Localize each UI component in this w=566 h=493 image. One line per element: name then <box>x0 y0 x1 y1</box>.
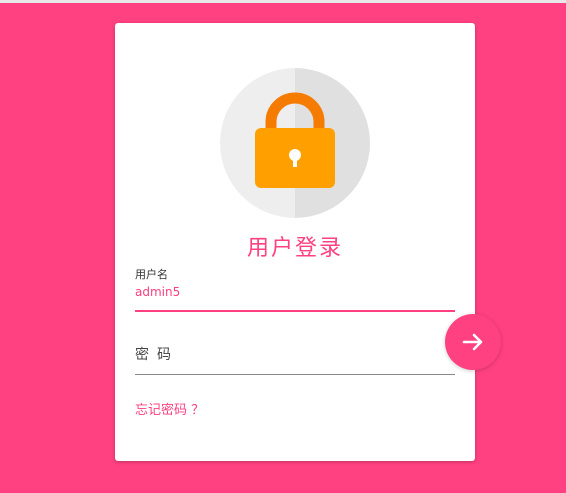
login-title: 用户登录 <box>246 236 343 261</box>
arrow-right-icon <box>462 333 483 351</box>
username-input[interactable]: admin5 <box>135 285 180 299</box>
password-label: 密码 <box>135 347 179 363</box>
forgot-password-link[interactable]: 忘记密码 ？ <box>135 399 204 418</box>
password-field[interactable]: 密码 <box>135 341 455 375</box>
username-label: 用户名 <box>135 268 168 281</box>
login-card: 用户登录 用户名 admin5 密码 忘记密码 ？ <box>115 23 475 461</box>
submit-button[interactable] <box>445 314 501 370</box>
lock-avatar <box>220 68 370 218</box>
lock-icon <box>255 92 335 188</box>
top-border <box>0 0 566 3</box>
username-field[interactable]: 用户名 admin5 <box>135 266 455 312</box>
